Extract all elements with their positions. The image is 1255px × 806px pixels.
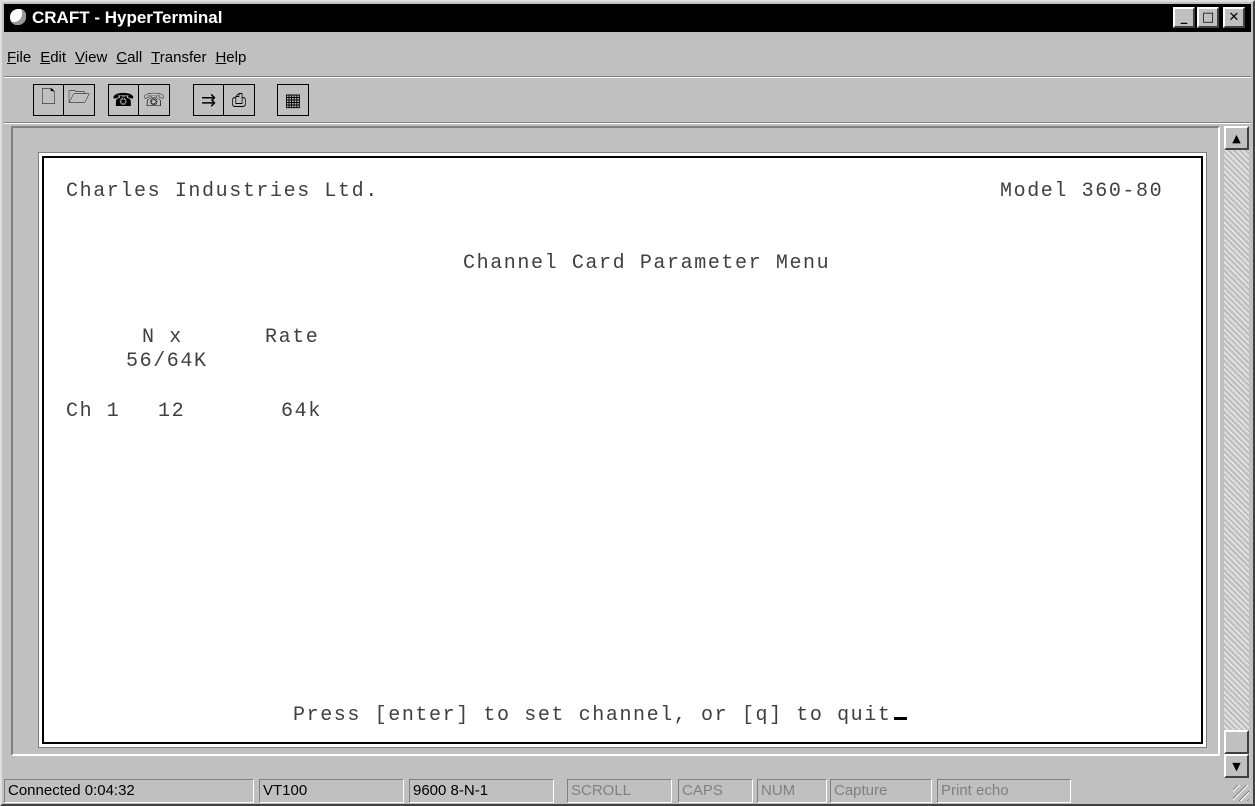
close-button[interactable]: ✕: [1223, 7, 1245, 28]
status-caps: CAPS: [678, 779, 753, 803]
menu-view-accel: V: [75, 49, 85, 66]
menu-edit-label: dit: [50, 49, 67, 66]
menu-call-label: all: [127, 49, 143, 66]
header-rate: Rate: [265, 326, 320, 349]
status-emulation: VT100: [259, 779, 404, 803]
status-num: NUM: [757, 779, 827, 803]
open-folder-icon[interactable]: 🗁: [64, 85, 94, 115]
prompt-line: Press [enter] to set channel, or [q] to …: [293, 704, 907, 727]
company-name: Charles Industries Ltd.: [66, 180, 379, 203]
status-scroll: SCROLL: [567, 779, 672, 803]
model-number: Model 360-80: [1000, 180, 1164, 203]
properties-icon[interactable]: ▦: [278, 85, 308, 115]
status-port-settings: 9600 8-N-1: [409, 779, 554, 803]
menu-file[interactable]: File: [4, 46, 37, 70]
row-channel: Ch 1: [66, 400, 121, 423]
text-cursor: [893, 717, 907, 720]
status-capture: Capture: [830, 779, 932, 803]
terminal-screen[interactable]: Charles Industries Ltd. Model 360-80 Cha…: [42, 156, 1203, 744]
prompt-text: Press [enter] to set channel, or [q] to …: [293, 704, 892, 727]
toolbar-group-file: 🗋 🗁: [33, 84, 95, 116]
menu-edit-accel: E: [40, 49, 51, 66]
terminal-client-area[interactable]: Charles Industries Ltd. Model 360-80 Cha…: [11, 126, 1220, 756]
menu-bar: File Edit View Call Transfer Help: [4, 46, 252, 70]
menu-transfer-label: ransfer: [159, 49, 207, 66]
menu-help[interactable]: Help: [212, 46, 252, 70]
toolbar-group-transfer: ⇉ ⎙: [193, 84, 255, 116]
title-bar[interactable]: CRAFT - HyperTerminal _ □ ✕: [4, 4, 1251, 32]
menu-edit[interactable]: Edit: [37, 46, 72, 70]
menu-view[interactable]: View: [72, 46, 113, 70]
vertical-scrollbar[interactable]: ▲ ▼: [1224, 126, 1249, 778]
menu-title: Channel Card Parameter Menu: [463, 252, 831, 275]
header-nx: N x: [142, 326, 183, 349]
hyperterminal-app-icon[interactable]: [10, 9, 26, 25]
toolbar-group-properties: ▦: [277, 84, 309, 116]
scroll-down-button[interactable]: ▼: [1224, 754, 1249, 778]
toolbar-divider-top: [4, 76, 1251, 78]
header-nx-sub: 56/64K: [126, 350, 208, 373]
menu-call[interactable]: Call: [113, 46, 148, 70]
menu-call-accel: C: [116, 49, 128, 66]
scroll-up-button[interactable]: ▲: [1224, 126, 1249, 150]
send-file-icon[interactable]: ⇉: [194, 85, 224, 115]
call-phone-icon[interactable]: ☎: [109, 85, 139, 115]
menu-help-accel: H: [215, 49, 227, 66]
row-nx-value: 12: [158, 400, 186, 423]
menu-view-label: iew: [84, 49, 108, 66]
resize-grip[interactable]: [1233, 785, 1249, 801]
toolbar-divider-bottom: [4, 122, 1251, 124]
status-print-echo: Print echo: [937, 779, 1071, 803]
menu-file-accel: F: [7, 49, 17, 66]
new-icon[interactable]: 🗋: [34, 85, 64, 115]
menu-transfer-accel: T: [151, 49, 160, 66]
status-bar: Connected 0:04:32 VT100 9600 8-N-1 SCROL…: [4, 779, 1251, 803]
menu-help-label: elp: [226, 49, 247, 66]
disconnect-icon[interactable]: ☏: [139, 85, 169, 115]
minimize-button[interactable]: _: [1173, 7, 1195, 28]
menu-transfer[interactable]: Transfer: [148, 46, 212, 70]
toolbar-group-call: ☎ ☏: [108, 84, 170, 116]
hyperterminal-window: CRAFT - HyperTerminal _ □ ✕ File Edit Vi…: [0, 0, 1255, 806]
status-connected: Connected 0:04:32: [4, 779, 254, 803]
menu-file-label: ile: [16, 49, 32, 66]
window-title: CRAFT - HyperTerminal: [32, 8, 223, 27]
row-rate-value: 64k: [281, 400, 322, 423]
scroll-thumb[interactable]: [1224, 730, 1249, 754]
maximize-button[interactable]: □: [1197, 7, 1219, 28]
receive-file-icon[interactable]: ⎙: [224, 85, 254, 115]
